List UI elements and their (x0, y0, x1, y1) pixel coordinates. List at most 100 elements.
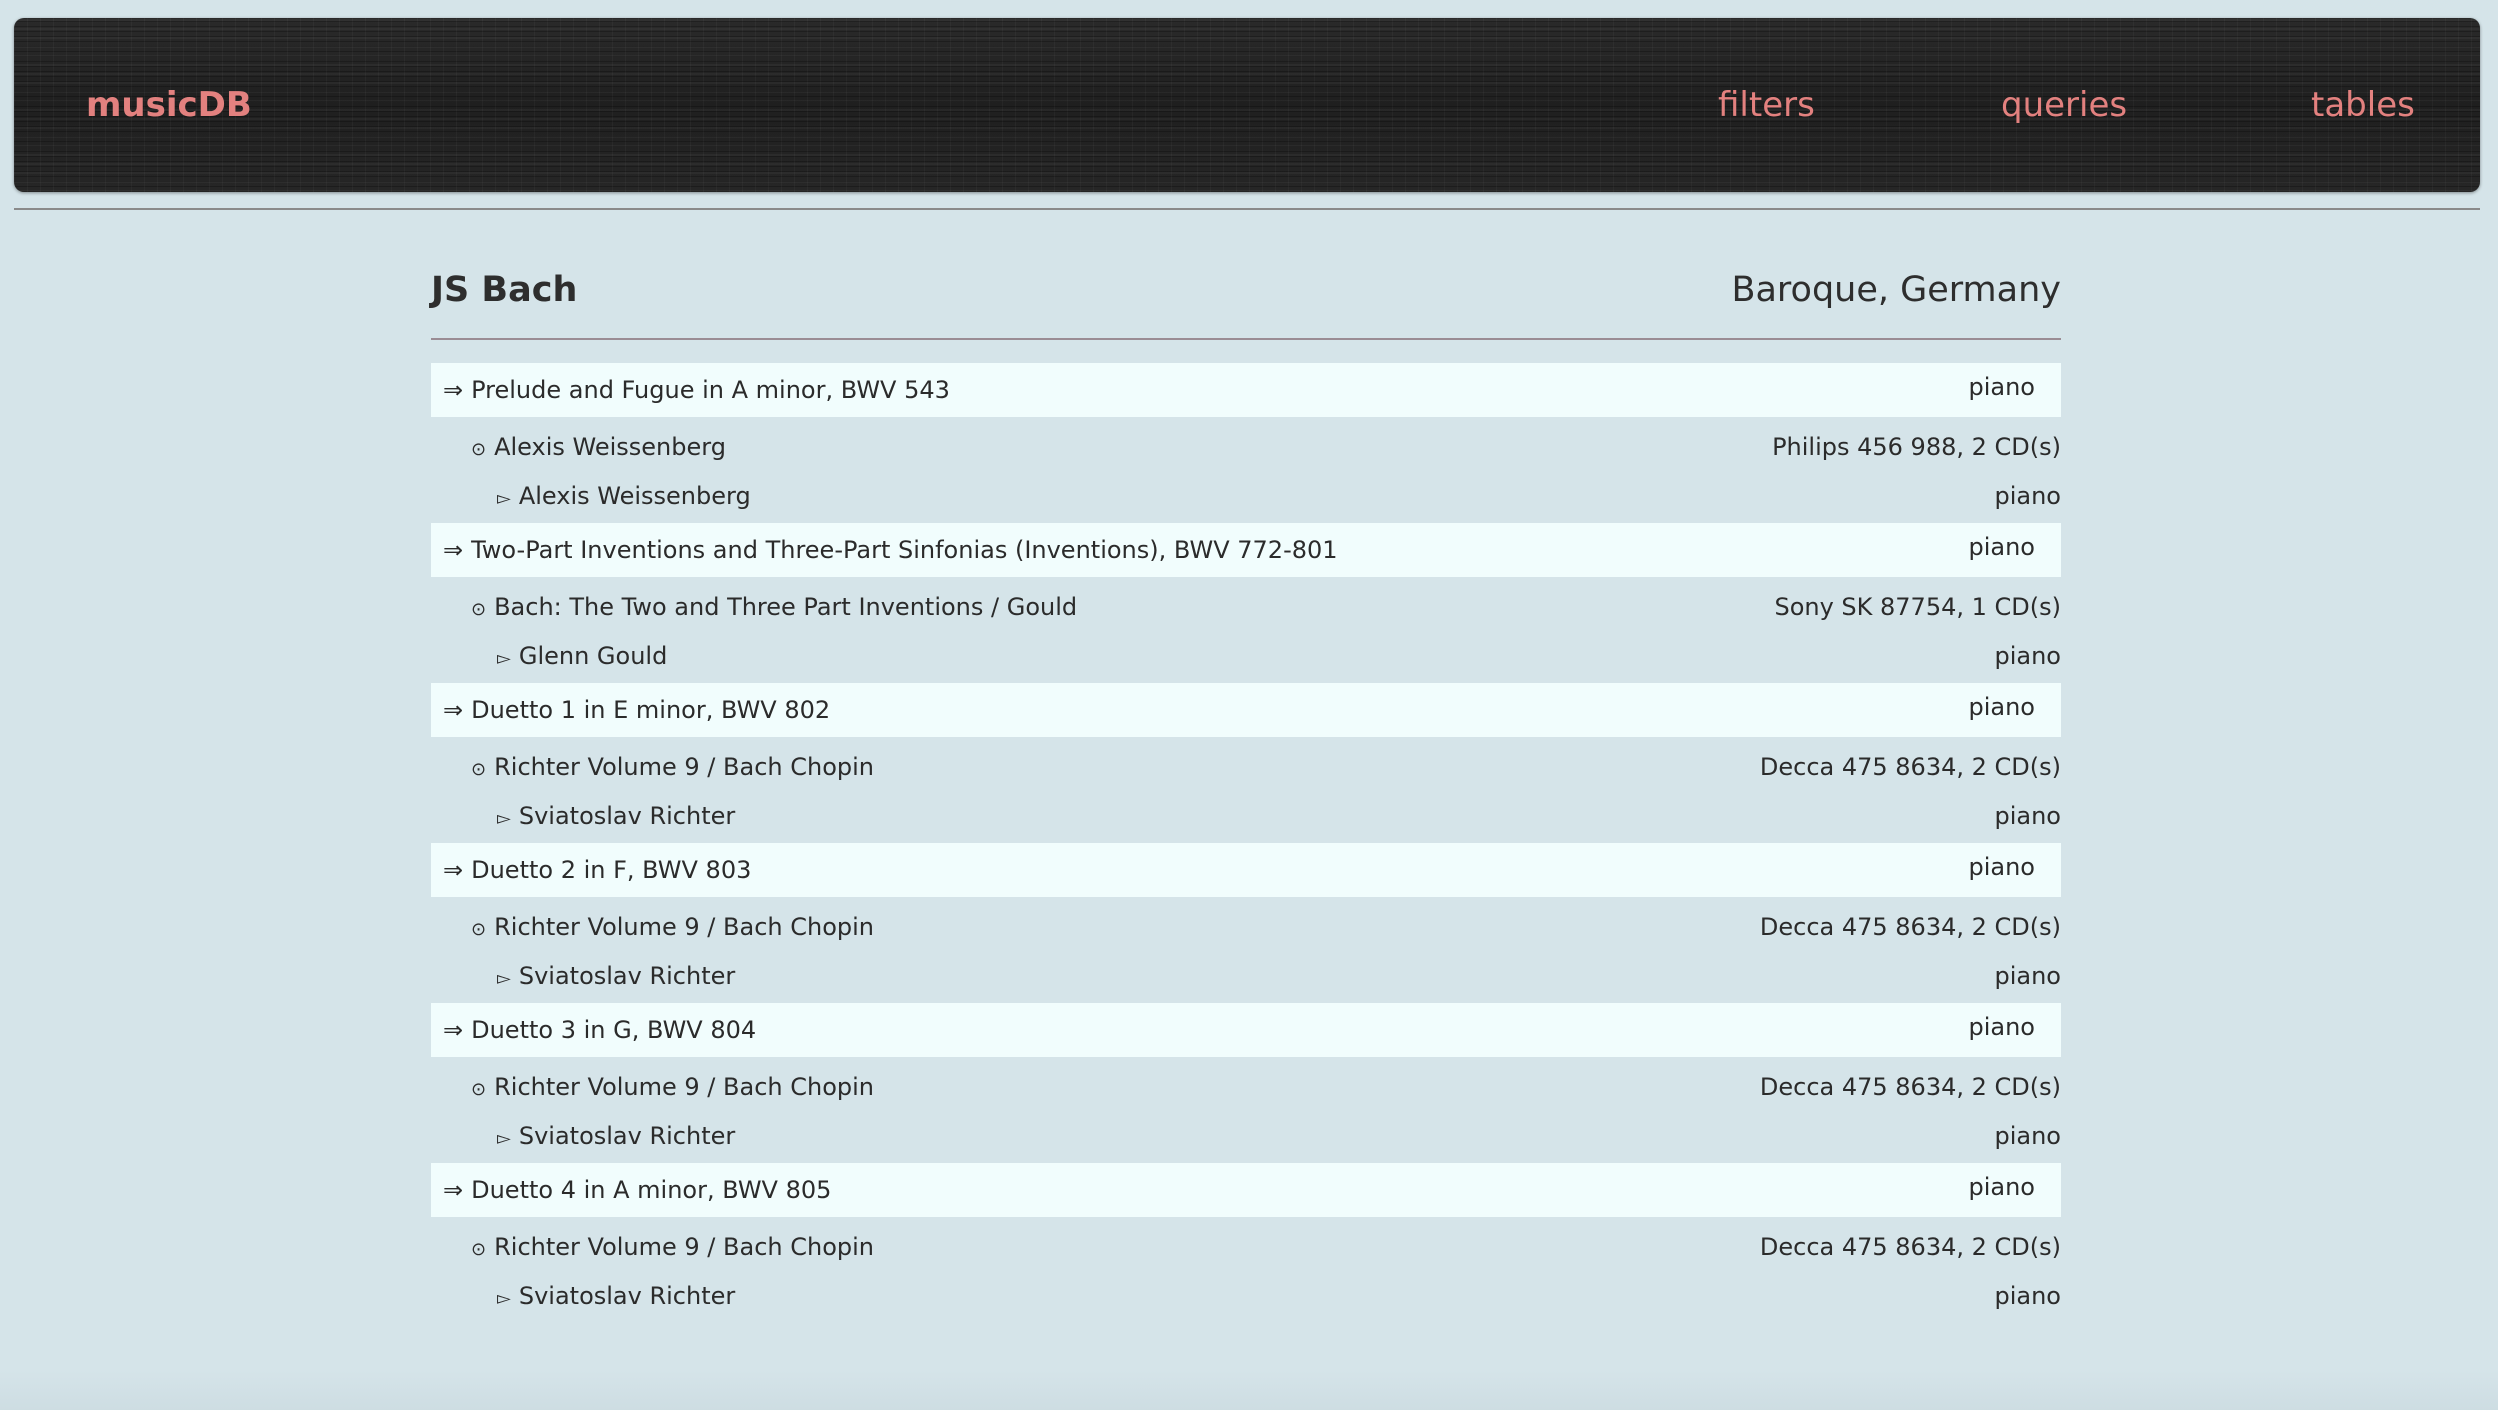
work-instrument: piano (1968, 533, 2035, 561)
recording-title-text: Richter Volume 9 / Bach Chopin (494, 1233, 874, 1261)
work-title-text: Duetto 1 in E minor, BWV 802 (471, 696, 831, 724)
work-title: ⇒ Duetto 2 in F, BWV 803 (443, 856, 751, 884)
recording-label: Philips 456 988, 2 CD(s) (1772, 433, 2061, 461)
play-triangle-icon: ▻ (497, 648, 511, 669)
work-instrument: piano (1968, 1013, 2035, 1041)
composer-panel: JS Bach Baroque, Germany ⇒ Prelude and Fu… (431, 250, 2061, 1323)
performer-name: ▻ Glenn Gould (497, 642, 667, 670)
work-row[interactable]: ⇒ Duetto 2 in F, BWV 803 piano (431, 843, 2061, 897)
work-title: ⇒ Prelude and Fugue in A minor, BWV 543 (443, 376, 950, 404)
nav-filters-link[interactable]: filters (1718, 18, 1815, 192)
recording-label: Sony SK 87754, 1 CD(s) (1774, 593, 2061, 621)
work-title: ⇒ Duetto 3 in G, BWV 804 (443, 1016, 756, 1044)
performer-name-text: Sviatoslav Richter (518, 1122, 736, 1150)
performer-instrument: piano (1994, 802, 2061, 830)
performer-row: ▻ Glenn Gould piano (431, 633, 2061, 683)
composer-name: JS Bach (431, 270, 578, 310)
recording-title: ⊙ Richter Volume 9 / Bach Chopin (471, 753, 874, 781)
play-triangle-icon: ▻ (497, 808, 511, 829)
arrow-right-icon: ⇒ (443, 1016, 464, 1044)
recording-title-text: Richter Volume 9 / Bach Chopin (494, 753, 874, 781)
arrow-right-icon: ⇒ (443, 536, 464, 564)
arrow-right-icon: ⇒ (443, 1176, 464, 1204)
recording-title: ⊙ Richter Volume 9 / Bach Chopin (471, 913, 874, 941)
recording-title-text: Bach: The Two and Three Part Inventions … (494, 593, 1078, 621)
recording-row[interactable]: ⊙ Richter Volume 9 / Bach Chopin Decca 475… (431, 1057, 2061, 1113)
performer-name: ▻ Sviatoslav Richter (497, 962, 735, 990)
performer-name-text: Sviatoslav Richter (518, 1282, 736, 1310)
recording-row[interactable]: ⊙ Alexis Weissenberg Philips 456 988, 2 CD… (431, 417, 2061, 473)
nav-tables-link[interactable]: tables (2311, 18, 2415, 192)
performer-name-text: Alexis Weissenberg (518, 482, 751, 510)
work-title-text: Duetto 2 in F, BWV 803 (471, 856, 752, 884)
play-triangle-icon: ▻ (497, 1288, 511, 1309)
work-row[interactable]: ⇒ Duetto 4 in A minor, BWV 805 piano (431, 1163, 2061, 1217)
header-divider (14, 208, 2480, 210)
performer-row: ▻ Sviatoslav Richter piano (431, 953, 2061, 1003)
work-row[interactable]: ⇒ Duetto 1 in E minor, BWV 802 piano (431, 683, 2061, 737)
recording-title-text: Alexis Weissenberg (494, 433, 726, 461)
disc-icon: ⊙ (471, 1239, 487, 1260)
top-navbar: musicDB filters queries tables (14, 18, 2480, 192)
performer-instrument: piano (1994, 642, 2061, 670)
performer-name: ▻ Alexis Weissenberg (497, 482, 751, 510)
performer-row: ▻ Sviatoslav Richter piano (431, 1113, 2061, 1163)
bottom-fade (0, 1370, 2498, 1410)
play-triangle-icon: ▻ (497, 488, 511, 509)
work-row[interactable]: ⇒ Two-Part Inventions and Three-Part Sinf… (431, 523, 2061, 577)
recording-row[interactable]: ⊙ Bach: The Two and Three Part Inventions… (431, 577, 2061, 633)
performer-row: ▻ Sviatoslav Richter piano (431, 1273, 2061, 1323)
recording-title-text: Richter Volume 9 / Bach Chopin (494, 1073, 874, 1101)
work-instrument: piano (1968, 1173, 2035, 1201)
disc-icon: ⊙ (471, 439, 487, 460)
work-instrument: piano (1968, 693, 2035, 721)
work-title-text: Duetto 3 in G, BWV 804 (471, 1016, 757, 1044)
performer-instrument: piano (1994, 1282, 2061, 1310)
work-title: ⇒ Duetto 1 in E minor, BWV 802 (443, 696, 830, 724)
performer-instrument: piano (1994, 482, 2061, 510)
disc-icon: ⊙ (471, 919, 487, 940)
arrow-right-icon: ⇒ (443, 696, 464, 724)
work-title-text: Two-Part Inventions and Three-Part Sinfo… (471, 536, 1338, 564)
recording-title: ⊙ Richter Volume 9 / Bach Chopin (471, 1073, 874, 1101)
recording-row[interactable]: ⊙ Richter Volume 9 / Bach Chopin Decca 475… (431, 737, 2061, 793)
performer-instrument: piano (1994, 1122, 2061, 1150)
work-title-text: Duetto 4 in A minor, BWV 805 (471, 1176, 832, 1204)
recording-title: ⊙ Alexis Weissenberg (471, 433, 726, 461)
disc-icon: ⊙ (471, 1079, 487, 1100)
recording-label: Decca 475 8634, 2 CD(s) (1759, 913, 2061, 941)
arrow-right-icon: ⇒ (443, 376, 464, 404)
work-title-text: Prelude and Fugue in A minor, BWV 543 (471, 376, 950, 404)
recording-label: Decca 475 8634, 2 CD(s) (1759, 1073, 2061, 1101)
recording-title: ⊙ Richter Volume 9 / Bach Chopin (471, 1233, 874, 1261)
work-row[interactable]: ⇒ Duetto 3 in G, BWV 804 piano (431, 1003, 2061, 1057)
brand-logo-link[interactable]: musicDB (86, 18, 252, 192)
performer-row: ▻ Alexis Weissenberg piano (431, 473, 2061, 523)
performer-row: ▻ Sviatoslav Richter piano (431, 793, 2061, 843)
disc-icon: ⊙ (471, 759, 487, 780)
recording-title: ⊙ Bach: The Two and Three Part Inventions… (471, 593, 1077, 621)
work-title: ⇒ Duetto 4 in A minor, BWV 805 (443, 1176, 831, 1204)
composer-period-country: Baroque, Germany (1731, 270, 2061, 310)
play-triangle-icon: ▻ (497, 968, 511, 989)
recording-label: Decca 475 8634, 2 CD(s) (1759, 1233, 2061, 1261)
play-triangle-icon: ▻ (497, 1128, 511, 1149)
recording-label: Decca 475 8634, 2 CD(s) (1759, 753, 2061, 781)
work-instrument: piano (1968, 373, 2035, 401)
performer-name: ▻ Sviatoslav Richter (497, 1122, 735, 1150)
works-list: ⇒ Prelude and Fugue in A minor, BWV 543 pi… (431, 363, 2061, 1323)
performer-name-text: Sviatoslav Richter (518, 962, 736, 990)
nav-queries-link[interactable]: queries (2001, 18, 2127, 192)
composer-header: JS Bach Baroque, Germany (431, 250, 2061, 340)
performer-name: ▻ Sviatoslav Richter (497, 1282, 735, 1310)
performer-instrument: piano (1994, 962, 2061, 990)
performer-name-text: Glenn Gould (518, 642, 668, 670)
work-row[interactable]: ⇒ Prelude and Fugue in A minor, BWV 543 pi… (431, 363, 2061, 417)
recording-row[interactable]: ⊙ Richter Volume 9 / Bach Chopin Decca 475… (431, 897, 2061, 953)
recording-title-text: Richter Volume 9 / Bach Chopin (494, 913, 874, 941)
disc-icon: ⊙ (471, 599, 487, 620)
work-title: ⇒ Two-Part Inventions and Three-Part Sinf… (443, 536, 1338, 564)
performer-name-text: Sviatoslav Richter (518, 802, 736, 830)
recording-row[interactable]: ⊙ Richter Volume 9 / Bach Chopin Decca 475… (431, 1217, 2061, 1273)
arrow-right-icon: ⇒ (443, 856, 464, 884)
